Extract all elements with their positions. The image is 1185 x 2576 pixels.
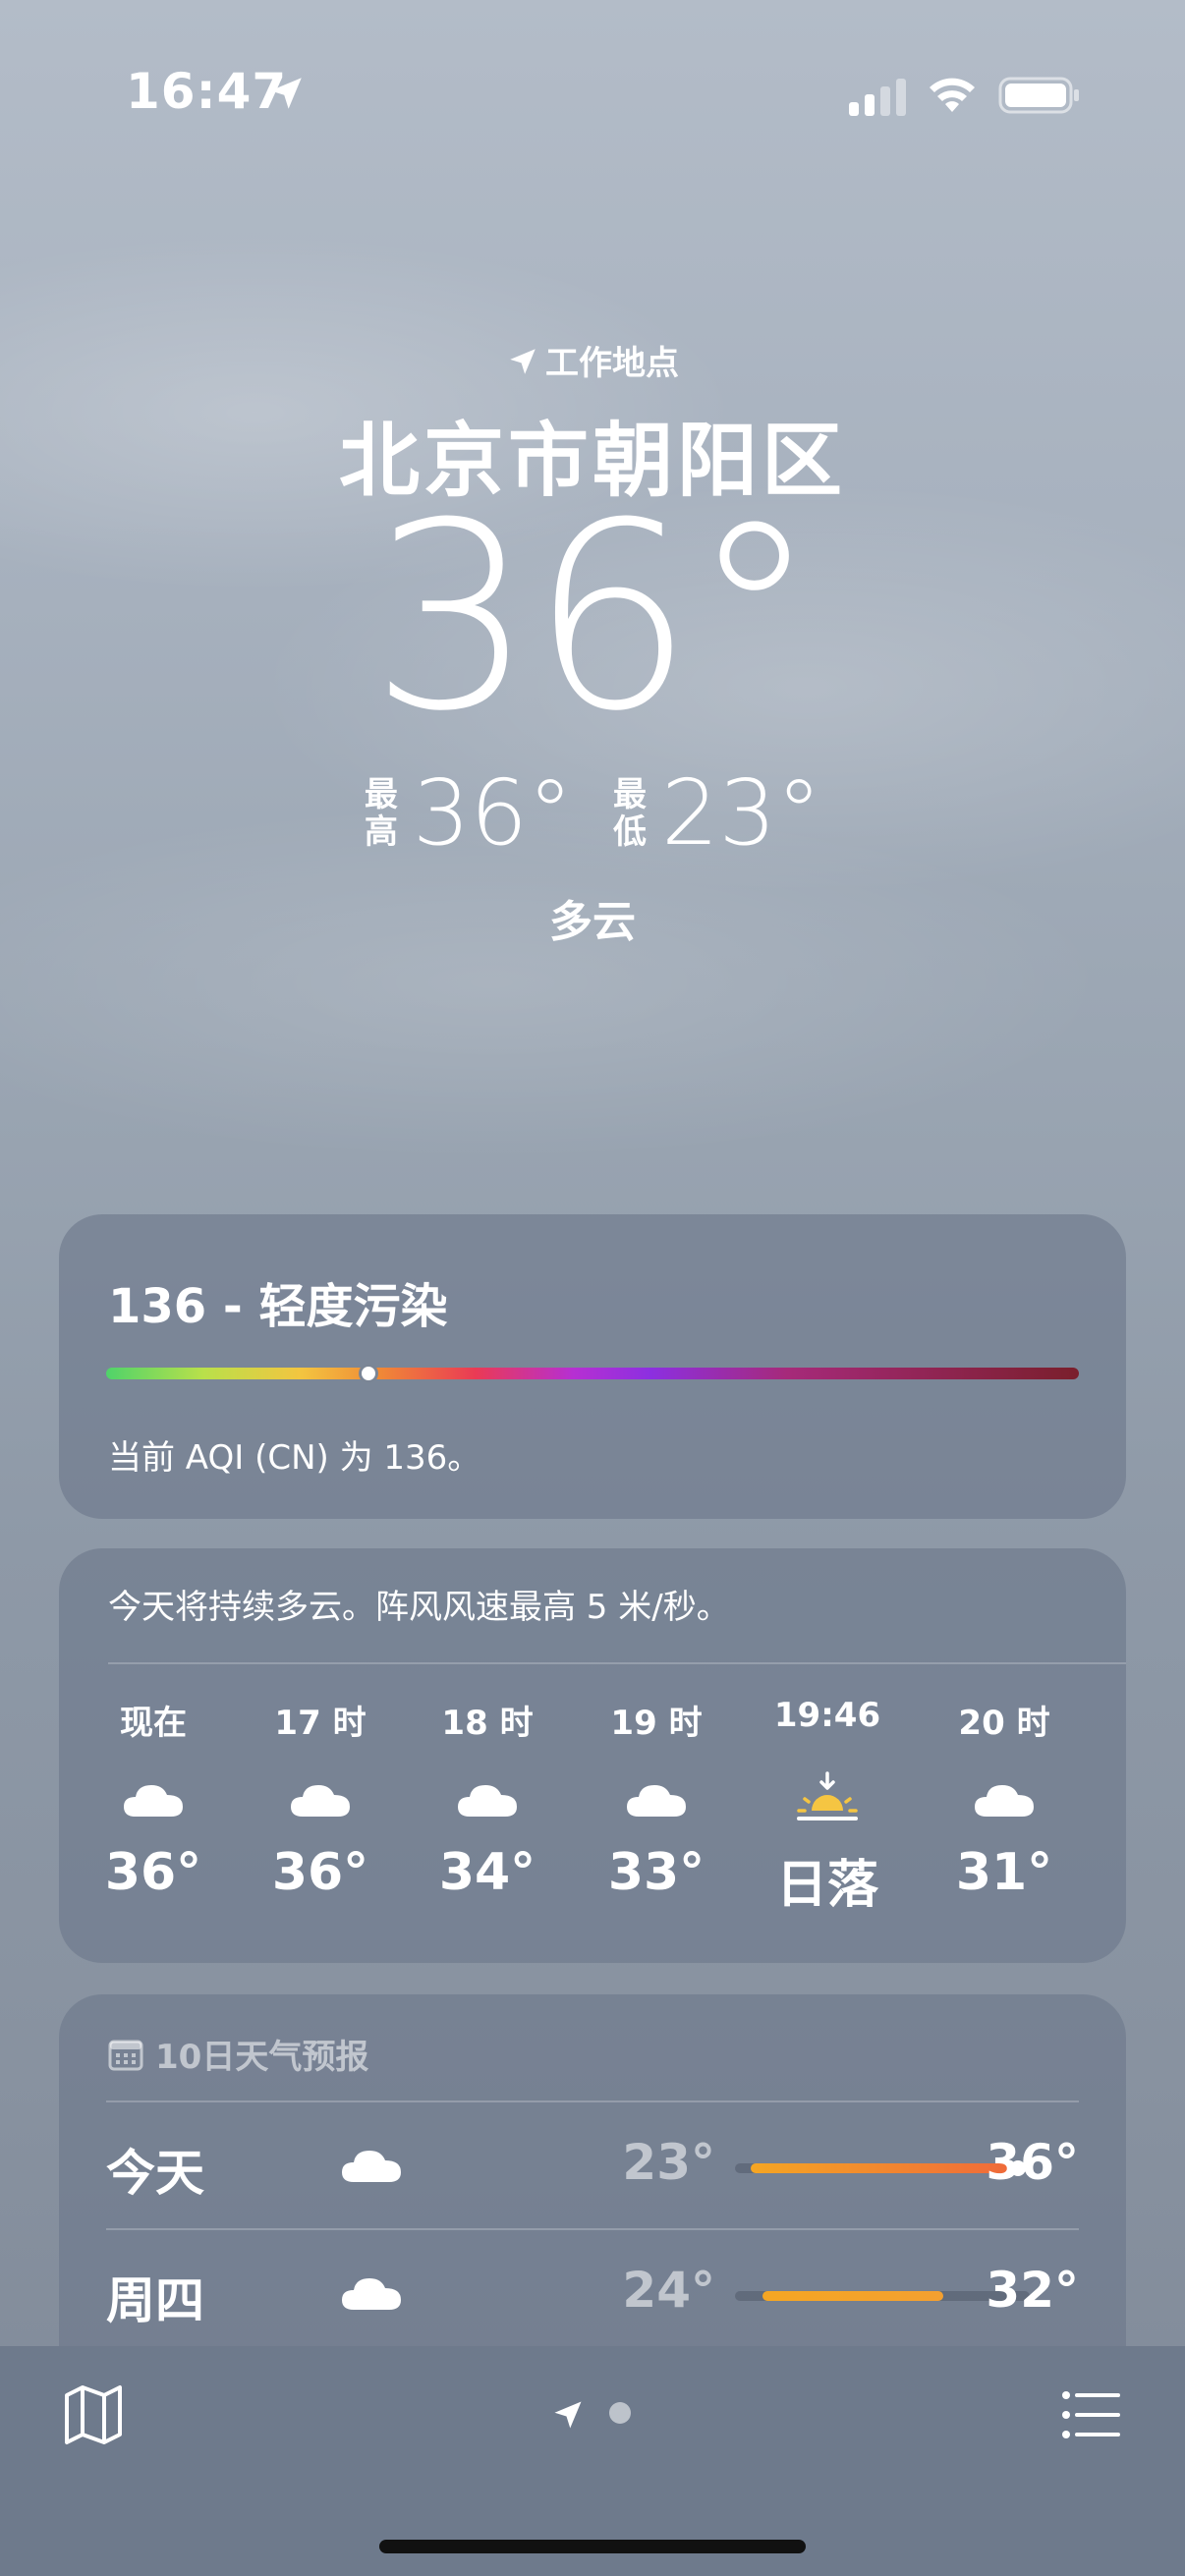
high-temp: 最高 36° — [364, 768, 573, 859]
day-high-temp: 36° — [986, 2134, 1079, 2191]
page-indicator-dot[interactable] — [609, 2402, 631, 2424]
divider — [108, 1662, 1126, 1664]
aqi-indicator-dot — [359, 1364, 379, 1383]
location-arrow-icon — [270, 78, 302, 109]
hour-item: 现在 36° — [75, 1696, 232, 1902]
hour-temp: 34° — [438, 1843, 536, 1902]
location-arrow-icon — [510, 349, 536, 374]
cloud-icon — [342, 2278, 401, 2310]
hour-item: 19 时 33° — [578, 1696, 735, 1902]
high-low-row: 最高 36° 最低 23° — [0, 768, 1185, 859]
hour-temp: 33° — [607, 1843, 705, 1902]
wifi-icon — [930, 78, 975, 112]
hour-label: 现在 — [120, 1704, 187, 1743]
hourly-forecast-card[interactable]: 今天将持续多云。阵风风速最高 5 米/秒。 现在 36° 17 时 36° 18… — [59, 1548, 1126, 1963]
low-label: 最低 — [613, 775, 647, 852]
hour-temp: 31° — [955, 1843, 1053, 1902]
hour-temp: 日落 — [775, 1856, 878, 1915]
sunset-icon — [797, 1771, 858, 1820]
hourly-summary: 今天将持续多云。阵风风速最高 5 米/秒。 — [108, 1588, 730, 1627]
cloud-icon — [627, 1785, 686, 1817]
cloud-icon — [124, 1785, 183, 1817]
day-row[interactable]: 周四 24° 32° — [106, 2230, 1079, 2358]
hour-label: 17 时 — [274, 1704, 367, 1743]
low-value: 23° — [661, 760, 822, 866]
calendar-icon — [108, 2040, 143, 2070]
status-time: 16:47 — [126, 63, 288, 120]
hour-temp: 36° — [104, 1843, 202, 1902]
day-low-temp: 24° — [622, 2262, 715, 2319]
temp-range-fill — [751, 2163, 1010, 2173]
hour-label: 19:46 — [773, 1696, 881, 1735]
hour-item: 18 时 34° — [409, 1696, 566, 1902]
cloud-icon — [458, 1785, 517, 1817]
cellular-signal-icon — [849, 79, 906, 116]
day-row[interactable]: 今天 23° 36° — [106, 2102, 1079, 2230]
day-name: 周四 — [106, 2272, 204, 2329]
map-icon[interactable] — [59, 2380, 128, 2448]
hour-item: 17 时 36° — [242, 1696, 399, 1902]
daily-header-label: 10日天气预报 — [155, 2038, 369, 2077]
hour-label: 18 时 — [441, 1704, 534, 1743]
hour-temp: 36° — [271, 1843, 369, 1902]
list-icon[interactable] — [1061, 2389, 1120, 2440]
aqi-card[interactable]: 136 - 轻度污染 当前 AQI (CN) 为 136。 — [59, 1214, 1126, 1519]
hour-item: 20 时 31° — [926, 1696, 1083, 1902]
cloud-icon — [975, 1785, 1034, 1817]
high-label: 最高 — [364, 775, 398, 852]
cloud-icon — [291, 1785, 350, 1817]
aqi-scale-bar — [106, 1368, 1079, 1379]
day-low-temp: 23° — [622, 2134, 715, 2191]
temp-range-fill — [762, 2291, 943, 2301]
low-temp: 最低 23° — [612, 768, 821, 859]
daily-header: 10日天气预报 — [108, 2030, 368, 2078]
cloud-icon — [342, 2151, 401, 2182]
hour-label: 19 时 — [610, 1704, 703, 1743]
hour-item: 19:46 日落 — [749, 1696, 906, 1917]
weather-condition: 多云 — [549, 897, 636, 947]
battery-icon — [998, 77, 1079, 114]
hour-label: 20 时 — [958, 1704, 1050, 1743]
day-high-temp: 32° — [986, 2262, 1079, 2319]
day-name: 今天 — [106, 2145, 204, 2202]
high-value: 36° — [412, 760, 573, 866]
aqi-title: 136 - 轻度污染 — [108, 1279, 448, 1334]
home-indicator[interactable] — [379, 2540, 806, 2553]
current-temperature: 36° — [369, 468, 818, 767]
location-tag: 工作地点 — [0, 336, 1185, 384]
location-arrow-icon[interactable] — [550, 2397, 586, 2433]
aqi-description: 当前 AQI (CN) 为 136。 — [108, 1438, 481, 1478]
location-tag-label: 工作地点 — [545, 344, 679, 383]
